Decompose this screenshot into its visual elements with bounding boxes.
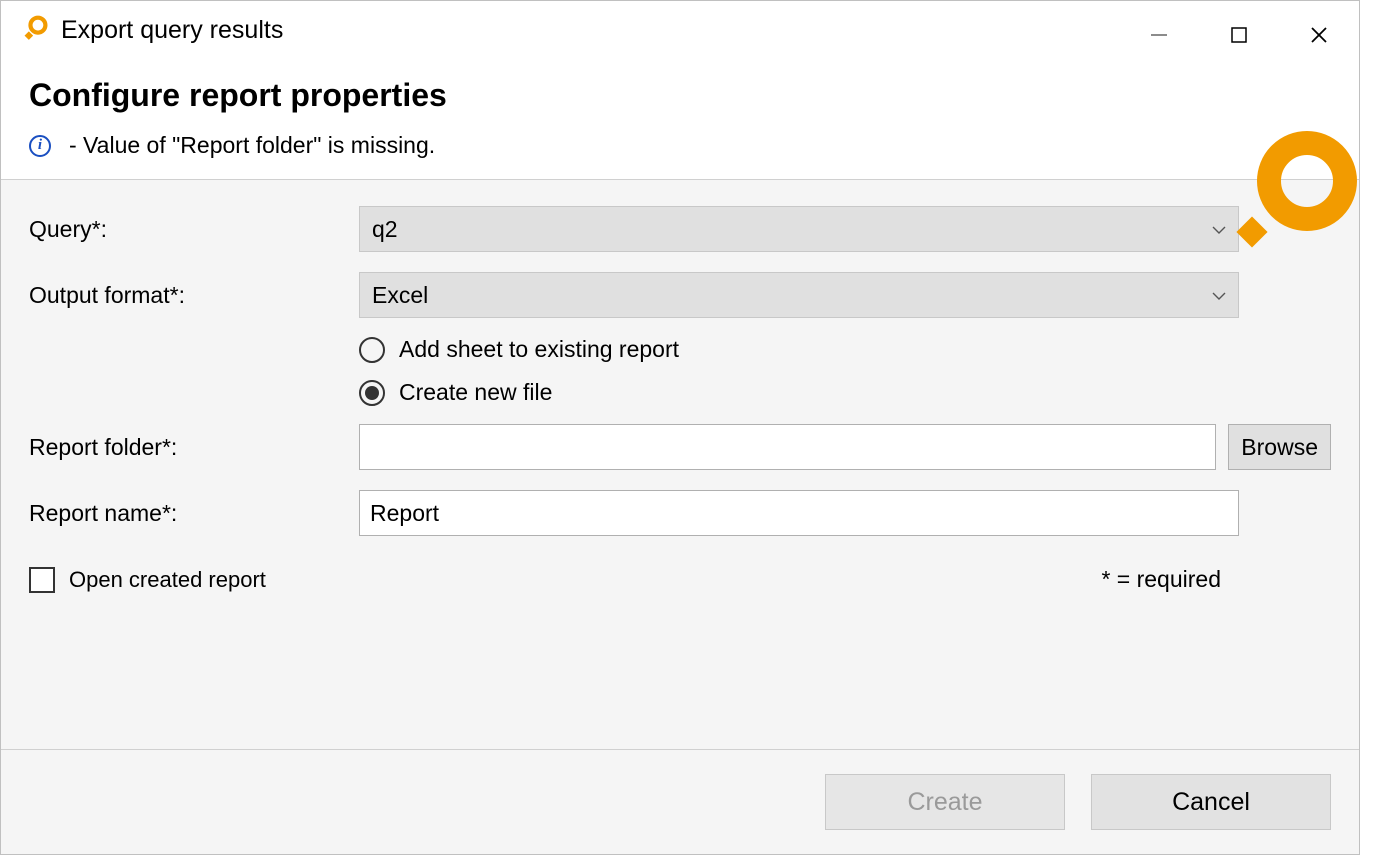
close-icon bbox=[1309, 25, 1329, 45]
titlebar: Export query results bbox=[1, 1, 1359, 59]
output-format-value: Excel bbox=[372, 282, 428, 309]
radio-create-new[interactable]: Create new file bbox=[359, 379, 1331, 406]
open-created-label: Open created report bbox=[69, 567, 266, 593]
dialog-window: Export query results Configure report p bbox=[0, 0, 1360, 855]
maximize-button[interactable] bbox=[1199, 15, 1279, 55]
close-button[interactable] bbox=[1279, 15, 1359, 55]
minimize-button[interactable] bbox=[1119, 15, 1199, 55]
radio-add-label: Add sheet to existing report bbox=[399, 336, 679, 363]
browse-button[interactable]: Browse bbox=[1228, 424, 1331, 470]
radio-circle-icon bbox=[359, 380, 385, 406]
required-note: * = required bbox=[1101, 566, 1221, 593]
report-folder-row: Report folder*: Browse bbox=[29, 424, 1331, 470]
brand-logo bbox=[1229, 129, 1359, 265]
app-icon bbox=[23, 13, 51, 47]
report-name-input[interactable] bbox=[359, 490, 1239, 536]
chevron-down-icon bbox=[1212, 287, 1226, 303]
query-combo[interactable]: q2 bbox=[359, 206, 1239, 252]
output-format-label: Output format*: bbox=[29, 282, 359, 309]
bottom-row: Open created report * = required bbox=[29, 566, 1331, 593]
window-title: Export query results bbox=[61, 16, 1119, 45]
footer: Create Cancel bbox=[1, 750, 1359, 854]
header-area: Configure report properties i - Value of… bbox=[1, 59, 1359, 179]
window-controls bbox=[1119, 9, 1359, 51]
query-label: Query*: bbox=[29, 216, 359, 243]
info-message: - Value of "Report folder" is missing. bbox=[69, 132, 435, 159]
radio-dot-icon bbox=[365, 386, 379, 400]
radio-new-label: Create new file bbox=[399, 379, 552, 406]
radio-add-sheet[interactable]: Add sheet to existing report bbox=[359, 336, 1331, 363]
cancel-button[interactable]: Cancel bbox=[1091, 774, 1331, 830]
maximize-icon bbox=[1230, 26, 1248, 44]
minimize-icon bbox=[1149, 25, 1169, 45]
query-value: q2 bbox=[372, 216, 398, 243]
report-name-row: Report name*: bbox=[29, 490, 1331, 536]
info-row: i - Value of "Report folder" is missing. bbox=[29, 132, 1331, 159]
radio-circle-icon bbox=[359, 337, 385, 363]
output-format-combo[interactable]: Excel bbox=[359, 272, 1239, 318]
report-folder-input[interactable] bbox=[359, 424, 1216, 470]
report-folder-label: Report folder*: bbox=[29, 434, 359, 461]
info-icon: i bbox=[29, 135, 51, 157]
create-button[interactable]: Create bbox=[825, 774, 1065, 830]
output-format-row: Output format*: Excel bbox=[29, 272, 1331, 318]
query-row: Query*: q2 bbox=[29, 206, 1331, 252]
report-name-label: Report name*: bbox=[29, 500, 359, 527]
radio-group: Add sheet to existing report Create new … bbox=[359, 336, 1331, 406]
chevron-down-icon bbox=[1212, 221, 1226, 237]
checkbox-box-icon bbox=[29, 567, 55, 593]
form-area: Query*: q2 Output format*: Excel Add she… bbox=[1, 180, 1359, 750]
page-title: Configure report properties bbox=[29, 77, 1331, 114]
open-created-checkbox[interactable]: Open created report bbox=[29, 567, 266, 593]
